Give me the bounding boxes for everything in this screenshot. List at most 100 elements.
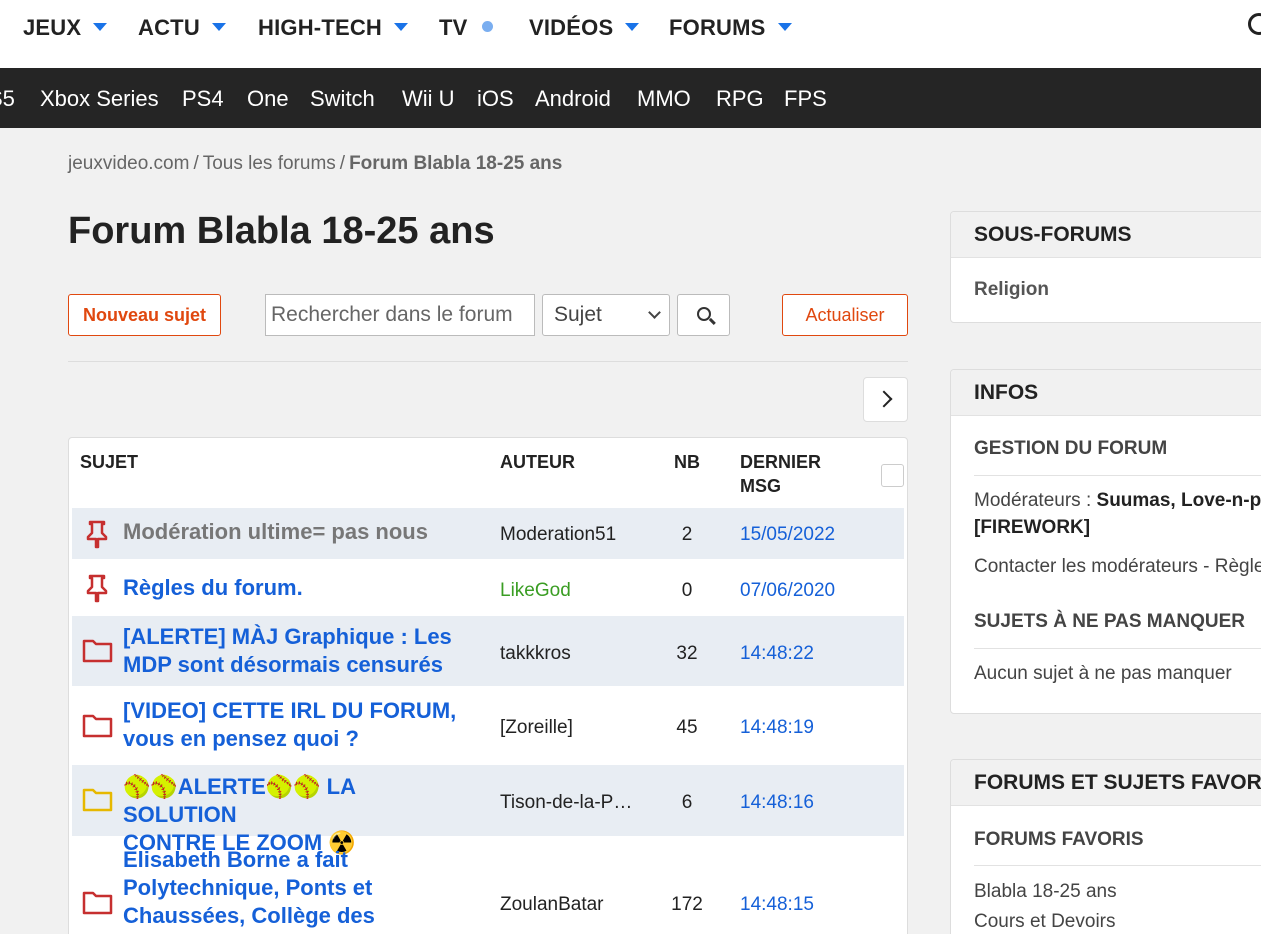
search-icon bbox=[697, 307, 711, 321]
new-topic-button[interactable]: Nouveau sujet bbox=[68, 294, 221, 336]
topic-author[interactable]: Tison-de-la-P… bbox=[500, 792, 632, 814]
divider bbox=[68, 361, 908, 362]
subforums-title: SOUS-FORUMS bbox=[951, 212, 1261, 258]
topic-author[interactable]: ZoulanBatar bbox=[500, 894, 604, 916]
topic-count: 32 bbox=[676, 643, 698, 664]
platform-mmo[interactable]: MMO bbox=[637, 86, 691, 112]
topic-author[interactable]: takkkros bbox=[500, 643, 571, 665]
nav-high-tech[interactable]: HIGH-TECH bbox=[258, 15, 409, 41]
nav-videos[interactable]: VIDÉOS bbox=[529, 15, 640, 41]
header-author: AUTEUR bbox=[500, 452, 575, 472]
search-type-select[interactable]: Sujet bbox=[542, 294, 670, 336]
topic-count: 45 bbox=[676, 717, 698, 738]
caret-down-icon bbox=[625, 23, 640, 31]
forum-search-input[interactable] bbox=[265, 294, 535, 336]
divider bbox=[974, 648, 1261, 649]
breadcrumb-current: Forum Blabla 18-25 ans bbox=[349, 153, 563, 174]
favorite-forums-title: FORUMS FAVORIS bbox=[974, 829, 1144, 850]
folder-icon bbox=[82, 639, 113, 663]
chevron-right-icon bbox=[875, 390, 893, 408]
table-row: 🥎🥎ALERTE🥎🥎 LA SOLUTION CONTRE LE ZOOM ☢️ … bbox=[72, 765, 904, 855]
folder-icon bbox=[82, 714, 113, 738]
top-navigation: JEUX ACTU HIGH-TECH TV VIDÉOS FORUMS bbox=[0, 0, 1261, 68]
infos-card: INFOS GESTION DU FORUM Modérateurs : Suu… bbox=[950, 369, 1261, 714]
platform-android[interactable]: Android bbox=[535, 86, 611, 112]
folder-icon bbox=[82, 891, 113, 915]
subforum-religion[interactable]: Religion bbox=[974, 279, 1049, 301]
refresh-button[interactable]: Actualiser bbox=[782, 294, 908, 336]
topic-count: 0 bbox=[681, 580, 693, 601]
platform-switch[interactable]: Switch bbox=[310, 86, 375, 112]
platform-rpg[interactable]: RPG bbox=[716, 86, 764, 112]
topic-last-msg[interactable]: 14:48:16 bbox=[740, 792, 814, 814]
topic-last-msg[interactable]: 15/05/2022 bbox=[740, 524, 835, 546]
caret-down-icon bbox=[394, 23, 409, 31]
platform-fps[interactable]: FPS bbox=[784, 86, 827, 112]
search-button[interactable] bbox=[677, 294, 730, 336]
must-read-empty: Aucun sujet à ne pas manquer bbox=[974, 663, 1232, 684]
topic-last-msg[interactable]: 07/06/2020 bbox=[740, 580, 835, 602]
chevron-down-icon bbox=[648, 306, 661, 319]
subforums-card: SOUS-FORUMS Religion bbox=[950, 211, 1261, 323]
platform-bar: S5 Xbox Series PS4 One Switch Wii U iOS … bbox=[0, 68, 1261, 128]
divider bbox=[974, 475, 1261, 476]
platform-ps4[interactable]: PS4 bbox=[182, 86, 224, 112]
breadcrumb: jeuxvideo.com / Tous les forums / Forum Blab… bbox=[68, 153, 563, 174]
nav-jeux[interactable]: JEUX bbox=[23, 15, 108, 41]
topic-last-msg[interactable]: 14:48:15 bbox=[740, 894, 814, 916]
topic-title[interactable]: Règles du forum. bbox=[123, 574, 473, 602]
search-icon[interactable] bbox=[1248, 13, 1261, 35]
next-page-button[interactable] bbox=[863, 377, 908, 422]
pin-icon bbox=[86, 520, 108, 549]
platform-one[interactable]: One bbox=[247, 86, 289, 112]
forum-management-title: GESTION DU FORUM bbox=[974, 438, 1168, 459]
topic-title[interactable]: Modération ultime= pas nous bbox=[123, 518, 473, 546]
table-row: Elisabeth Borne a fait Polytechnique, Pon… bbox=[72, 836, 904, 934]
topics-table: SUJET AUTEUR NB DERNIER MSG Modération ul… bbox=[68, 437, 908, 934]
caret-down-icon bbox=[93, 23, 108, 31]
topic-author[interactable]: [Zoreille] bbox=[500, 717, 573, 739]
favorite-forum-item[interactable]: Cours et Devoirs bbox=[974, 911, 1116, 933]
table-row: [VIDEO] CETTE IRL DU FORUM, vous en pense… bbox=[72, 690, 904, 764]
header-last-msg: DERNIER MSG bbox=[740, 452, 822, 496]
moderators-line: Modérateurs : Suumas, Love-n-pe bbox=[974, 490, 1261, 512]
table-row: [ALERTE] MÀJ Graphique : Les MDP sont dés… bbox=[72, 616, 904, 686]
favorites-title: FORUMS ET SUJETS FAVORI bbox=[951, 760, 1261, 806]
nav-actu[interactable]: ACTU bbox=[138, 15, 226, 41]
breadcrumb-all-forums[interactable]: Tous les forums bbox=[203, 153, 336, 174]
table-row: Règles du forum. LikeGod 0 07/06/2020 bbox=[72, 559, 904, 616]
topic-title[interactable]: [ALERTE] MÀJ Graphique : Les MDP sont dés… bbox=[123, 623, 473, 679]
pin-icon bbox=[86, 574, 108, 603]
topic-count: 2 bbox=[681, 524, 693, 545]
topic-title[interactable]: Elisabeth Borne a fait Polytechnique, Pon… bbox=[123, 846, 473, 930]
moderators-names[interactable]: Suumas, Love-n-pe bbox=[1097, 490, 1261, 511]
platform-ps5[interactable]: S5 bbox=[0, 86, 15, 112]
moderators-names-2[interactable]: [FIREWORK] bbox=[974, 517, 1090, 539]
page-title: Forum Blabla 18-25 ans bbox=[68, 210, 495, 252]
platform-xbox-series[interactable]: Xbox Series bbox=[40, 86, 159, 112]
topic-last-msg[interactable]: 14:48:22 bbox=[740, 643, 814, 665]
breadcrumb-site[interactable]: jeuxvideo.com bbox=[68, 153, 189, 174]
folder-icon bbox=[82, 788, 113, 812]
nav-forums[interactable]: FORUMS bbox=[669, 15, 792, 41]
favorites-card: FORUMS ET SUJETS FAVORI FORUMS FAVORIS B… bbox=[950, 759, 1261, 934]
topic-title[interactable]: [VIDEO] CETTE IRL DU FORUM, vous en pense… bbox=[123, 697, 473, 753]
select-all-checkbox[interactable] bbox=[881, 464, 904, 487]
caret-down-icon bbox=[777, 23, 792, 31]
infos-title: INFOS bbox=[951, 370, 1261, 416]
must-read-title: SUJETS À NE PAS MANQUER bbox=[974, 611, 1245, 632]
platform-wii-u[interactable]: Wii U bbox=[402, 86, 455, 112]
topic-count: 172 bbox=[671, 894, 703, 915]
header-subject: SUJET bbox=[80, 452, 139, 472]
favorite-forum-item[interactable]: Blabla 18-25 ans bbox=[974, 881, 1117, 903]
platform-ios[interactable]: iOS bbox=[477, 86, 514, 112]
caret-down-icon bbox=[211, 23, 226, 31]
topic-count: 6 bbox=[681, 792, 693, 813]
divider bbox=[974, 865, 1261, 866]
nav-tv[interactable]: TV bbox=[439, 15, 493, 41]
topic-author[interactable]: Moderation51 bbox=[500, 524, 616, 546]
topic-last-msg[interactable]: 14:48:19 bbox=[740, 717, 814, 739]
topic-author[interactable]: LikeGod bbox=[500, 580, 571, 602]
contact-moderators-link[interactable]: Contacter les modérateurs - Règle bbox=[974, 556, 1261, 578]
dot-icon bbox=[481, 21, 493, 32]
